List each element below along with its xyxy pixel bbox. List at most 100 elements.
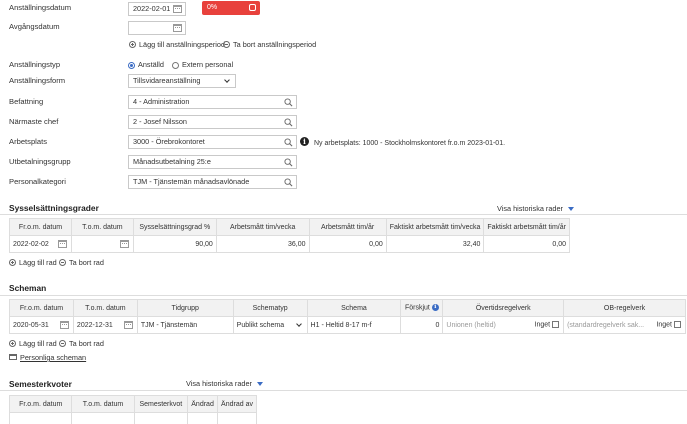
from-date-cell[interactable]: 2022-02-02 [8, 235, 73, 253]
triangle-down-icon [567, 207, 574, 212]
calendar-icon[interactable] [59, 321, 69, 329]
anstallningsform-label: Anställningsform [9, 76, 66, 85]
utbetalningsgrupp-label: Utbetalningsgrupp [9, 157, 71, 166]
syssel-history-toggle[interactable]: Visa historiska rader [497, 204, 574, 213]
plus-circle-icon [9, 340, 16, 347]
anstallningstyp-radio-group: Anställd Extern personal [128, 60, 233, 69]
info-icon[interactable]: i [300, 137, 309, 146]
to-date-cell[interactable]: 2022-12-31 [72, 316, 138, 334]
search-icon[interactable] [284, 98, 293, 107]
syssel-history-label: Visa historiska rader [497, 204, 563, 213]
add-row-label: Lägg till rad [19, 339, 57, 348]
personalkategori-label: Personalkategori [9, 177, 66, 186]
calendar-icon[interactable] [173, 24, 182, 32]
table-cell [133, 412, 189, 424]
semester-table: Fr.o.m. datum T.o.m. datum Semesterkvot … [8, 395, 257, 424]
to-date-cell[interactable] [71, 235, 134, 253]
remove-period-button[interactable]: Ta bort anställningsperiod [223, 40, 316, 49]
col-header: Sysselsättningsgrad % [132, 218, 217, 236]
minus-circle-icon [59, 259, 66, 266]
arbetsmatt-vecka-cell[interactable]: 36,00 [215, 235, 310, 253]
personliga-scheman-link[interactable]: Personliga scheman [9, 353, 86, 362]
table-cell [71, 412, 135, 424]
search-icon[interactable] [284, 158, 293, 167]
chevron-down-icon [295, 321, 302, 327]
checkbox[interactable] [674, 321, 681, 328]
personalkategori-field[interactable]: TJM - Tjänstemän månadsavlönade [128, 175, 297, 189]
info-icon[interactable]: i [431, 304, 439, 312]
table-cell [187, 412, 219, 424]
checkbox[interactable] [552, 321, 560, 328]
col-header: Arbetsmått tim/år [308, 218, 387, 236]
arbetsmatt-ar-cell[interactable]: 0,00 [308, 235, 387, 253]
radio-extern-label: Extern personal [182, 60, 234, 69]
overtid-inget[interactable]: Inget [535, 321, 560, 328]
forskjut-cell[interactable]: 0 [400, 316, 444, 334]
befattning-field[interactable]: 4 - Administration [128, 95, 297, 109]
progress-text: 0% [207, 4, 218, 11]
semester-history-label: Visa historiska rader [186, 379, 252, 388]
calendar-icon[interactable] [123, 321, 133, 329]
syssel-add-row-button[interactable]: Lägg till rad [9, 258, 57, 267]
radio-anstalld[interactable]: Anställd [128, 60, 164, 69]
progress-toggle-icon[interactable] [249, 4, 256, 11]
arbetsplats-field[interactable]: 3000 - Örebrokontoret [128, 135, 297, 149]
arbetsplats-value: 3000 - Örebrokontoret [133, 137, 205, 146]
ob-value: (standardregelverk sak... [567, 321, 645, 329]
scheman-remove-row-button[interactable]: Ta bort rad [59, 339, 104, 348]
schema-cell[interactable]: H1 - Heltid 8-17 m-f [306, 316, 402, 334]
table-cell [8, 412, 73, 424]
col-header: Ändrad av [217, 395, 257, 413]
radio-icon [172, 61, 179, 69]
add-period-button[interactable]: Lägg till anställningsperiod [129, 40, 225, 49]
col-header: Fr.o.m. datum [9, 299, 74, 317]
table-row: 2022-02-02 90,00 36,00 0,00 32,40 0,00 [8, 235, 570, 253]
search-icon[interactable] [284, 178, 293, 187]
calendar-icon[interactable] [119, 240, 129, 248]
col-header: T.o.m. datum [71, 218, 134, 236]
scheman-title: Scheman [9, 283, 47, 293]
anstallningsdatum-label: Anställningsdatum [9, 3, 72, 12]
col-header: T.o.m. datum [72, 299, 138, 317]
ob-cell[interactable]: (standardregelverk sak... Inget [563, 316, 686, 334]
col-header: Arbetsmått tim/vecka [215, 218, 310, 236]
utbetalningsgrupp-field[interactable]: Månadsutbetalning 25:e [128, 155, 297, 169]
personalkategori-value: TJM - Tjänstemän månadsavlönade [133, 177, 250, 186]
calendar-icon[interactable] [58, 240, 68, 248]
col-header: OB-regelverk [563, 299, 686, 317]
syssel-grad-cell[interactable]: 90,00 [132, 235, 217, 253]
semester-history-toggle[interactable]: Visa historiska rader [186, 379, 263, 388]
search-icon[interactable] [284, 118, 293, 127]
table-header-row: Fr.o.m. datum T.o.m. datum Semesterkvot … [8, 395, 257, 413]
befattning-label: Befattning [9, 97, 44, 106]
radio-anstalld-label: Anställd [138, 60, 164, 69]
col-header: Schematyp [232, 299, 308, 317]
semester-title: Semesterkvoter [9, 379, 72, 389]
anstallningsform-select[interactable]: Tillsvidareanställning [128, 74, 236, 88]
avgangsdatum-field[interactable] [128, 21, 186, 35]
scheman-add-row-button[interactable]: Lägg till rad [9, 339, 57, 348]
chef-field[interactable]: 2 - Josef Nilsson [128, 115, 297, 129]
remove-row-label: Ta bort rad [69, 339, 104, 348]
anstallningsdatum-field[interactable]: 2022-02-01 [128, 2, 186, 16]
scheman-table: Fr.o.m. datum T.o.m. datum Tidgrupp Sche… [9, 299, 686, 334]
ob-inget[interactable]: Inget [656, 321, 681, 328]
remove-period-label: Ta bort anställningsperiod [233, 40, 317, 49]
to-date-value: 2022-12-31 [76, 321, 113, 329]
syssel-remove-row-button[interactable]: Ta bort rad [59, 258, 104, 267]
triangle-down-icon [256, 382, 263, 387]
search-icon[interactable] [284, 138, 293, 147]
tidgrupp-cell[interactable]: TJM - Tjänstemän [136, 316, 234, 334]
calendar-icon[interactable] [173, 5, 182, 13]
schematyp-value: Publikt schema [236, 321, 285, 329]
add-row-label: Lägg till rad [19, 258, 57, 267]
overtid-cell[interactable]: Unionen (heltid) Inget [442, 316, 565, 334]
befattning-value: 4 - Administration [133, 97, 190, 106]
col-header: Tidgrupp [136, 299, 234, 317]
schematyp-select[interactable]: Publikt schema [232, 316, 308, 334]
syssel-title: Sysselsättningsgrader [9, 203, 99, 213]
syssel-table: Fr.o.m. datum T.o.m. datum Sysselsättnin… [8, 218, 570, 253]
radio-extern[interactable]: Extern personal [172, 60, 233, 69]
col-header: T.o.m. datum [71, 395, 135, 413]
from-date-cell[interactable]: 2020-05-31 [9, 316, 74, 334]
